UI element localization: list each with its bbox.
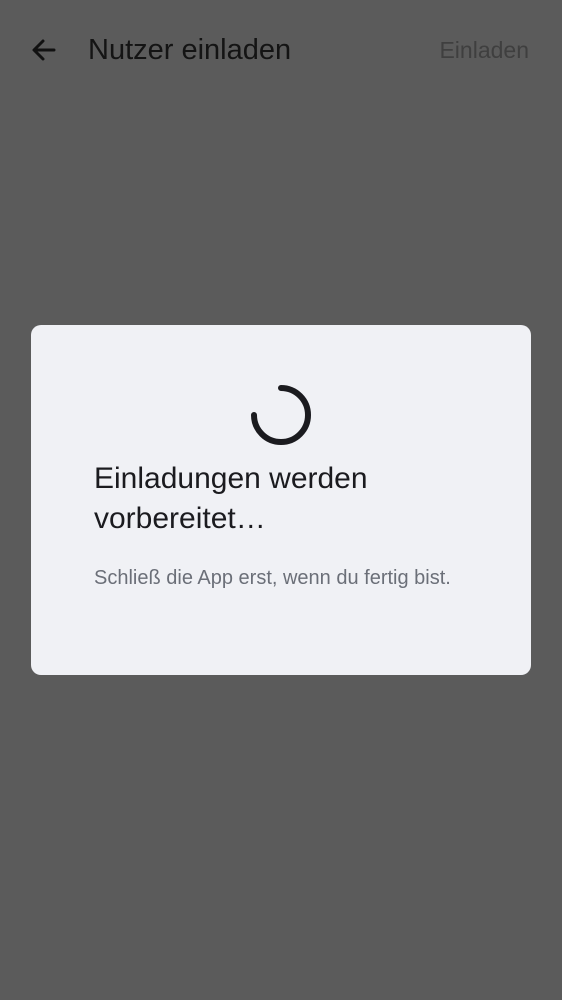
invite-users-screen: Nutzer einladen Einladen Einladungen wer… <box>0 0 562 1000</box>
loading-dialog: Einladungen werden vorbereitet… Schließ … <box>31 325 531 675</box>
loading-spinner-icon <box>251 385 311 445</box>
dialog-title: Einladungen werden vorbereitet… <box>94 462 368 535</box>
dialog-message: Schließ die App erst, wenn du fertig bis… <box>94 567 451 589</box>
